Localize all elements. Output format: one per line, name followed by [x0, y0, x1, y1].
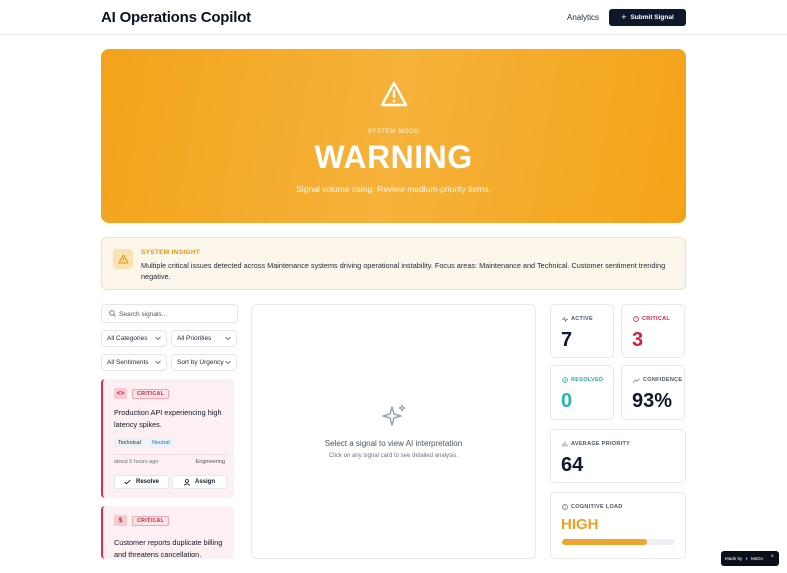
resolved-stat-card: RESOLVED 0: [550, 365, 614, 420]
insight-label: SYSTEM INSIGHT: [141, 249, 201, 256]
search-icon: [109, 310, 116, 317]
warning-triangle-icon: [380, 81, 408, 107]
sparkles-icon: [382, 404, 406, 426]
active-stat-card: ACTIVE 7: [550, 304, 614, 358]
chevron-down-icon: [155, 360, 161, 365]
system-mood-title: WARNING: [314, 139, 473, 175]
activity-icon: [562, 316, 568, 322]
app-brand: AI Operations Copilot: [101, 9, 251, 26]
signal-detail-panel: Select a signal to view AI interpretatio…: [251, 304, 536, 559]
signal-department: Engineering: [195, 459, 225, 465]
priority-select-value: All Priorities: [177, 335, 212, 342]
chevron-down-icon: [155, 336, 161, 341]
sentiment-select-value: All Sentiments: [107, 359, 149, 366]
signal-title: Customer reports duplicate billing and t…: [114, 538, 223, 559]
chevron-down-icon: [225, 336, 231, 341]
alert-circle-icon: [633, 316, 639, 322]
sentiment-tag: Neutral: [148, 438, 174, 448]
brain-icon: [562, 504, 568, 510]
plus-icon: +: [621, 12, 627, 22]
top-header: AI Operations Copilot Analytics + Submit…: [0, 0, 787, 35]
made-by-label: Made by: [725, 556, 743, 561]
analytics-link[interactable]: Analytics: [567, 13, 599, 22]
average-priority-label: AVERAGE PRIORITY: [562, 441, 630, 447]
signal-time: about 5 hours ago: [114, 459, 159, 465]
cognitive-load-bar-fill: [562, 539, 647, 545]
made-by-badge[interactable]: Made by ● MeDo ×: [721, 551, 779, 566]
made-by-maker: MeDo: [750, 556, 763, 561]
sentiment-select[interactable]: All Sentiments: [101, 354, 167, 371]
assign-label: Assign: [194, 479, 215, 485]
priority-select[interactable]: All Priorities: [171, 330, 237, 347]
search-input[interactable]: [119, 308, 231, 320]
medo-logo-icon: ●: [745, 556, 748, 561]
cognitive-load-label: COGNITIVE LOAD: [562, 504, 623, 510]
average-priority-card: AVERAGE PRIORITY 64: [550, 429, 686, 483]
critical-stat-card: CRITICAL 3: [621, 304, 685, 358]
chevron-down-icon: [225, 360, 231, 365]
system-mood-banner: SYSTEM MOOD WARNING Signal volume rising…: [101, 49, 686, 223]
detail-empty-subtitle: Click on any signal card to see detailed…: [328, 453, 459, 459]
active-stat-label: ACTIVE: [562, 316, 593, 322]
system-insight-panel: SYSTEM INSIGHT Multiple critical issues …: [101, 237, 686, 290]
cognitive-load-value: HIGH: [561, 516, 599, 533]
resolved-stat-value: 0: [561, 390, 573, 412]
critical-stat-value: 3: [632, 329, 644, 351]
resolved-stat-label: RESOLVED: [562, 377, 603, 383]
user-icon: [184, 478, 190, 486]
insight-warning-icon: [113, 249, 133, 269]
bar-chart-icon: [562, 441, 568, 447]
assign-button[interactable]: Assign: [172, 475, 227, 489]
card-divider: [114, 454, 227, 455]
confidence-stat-value: 93%: [632, 390, 673, 412]
check-icon: [124, 479, 131, 485]
signal-card[interactable]: $ CRITICAL Customer reports duplicate bi…: [101, 506, 234, 559]
active-stat-value: 7: [561, 329, 573, 351]
signal-card[interactable]: <> CRITICAL Production API experiencing …: [101, 379, 234, 498]
dollar-icon: $: [114, 515, 127, 526]
submit-signal-button[interactable]: + Submit Signal: [609, 9, 686, 26]
close-icon[interactable]: ×: [770, 554, 774, 560]
search-box[interactable]: [101, 304, 238, 323]
category-tag: Technical: [114, 438, 145, 448]
resolve-button[interactable]: Resolve: [114, 475, 169, 489]
cognitive-load-bar: [562, 539, 675, 545]
system-mood-label: SYSTEM MOOD: [367, 129, 420, 135]
confidence-stat-label: CONFIDENCE: [633, 377, 682, 383]
critical-stat-label: CRITICAL: [633, 316, 670, 322]
trending-up-icon: [633, 377, 640, 383]
resolve-label: Resolve: [135, 479, 159, 485]
critical-badge: CRITICAL: [132, 389, 170, 399]
check-circle-icon: [562, 377, 568, 383]
signal-title: Production API experiencing high latency…: [114, 408, 222, 429]
system-mood-subtitle: Signal volume rising. Review medium-prio…: [296, 184, 491, 194]
category-select[interactable]: All Categories: [101, 330, 167, 347]
category-select-value: All Categories: [107, 335, 148, 342]
sort-select[interactable]: Sort by Urgency: [171, 354, 237, 371]
average-priority-value: 64: [561, 454, 584, 476]
critical-badge: CRITICAL: [132, 516, 170, 526]
insight-text: Multiple critical issues detected across…: [141, 261, 666, 281]
detail-empty-title: Select a signal to view AI interpretatio…: [324, 439, 463, 448]
submit-signal-label: Submit Signal: [630, 14, 674, 21]
sort-select-value: Sort by Urgency: [177, 359, 224, 366]
cognitive-load-card: COGNITIVE LOAD HIGH: [550, 492, 686, 559]
confidence-stat-card: CONFIDENCE 93%: [621, 365, 685, 420]
code-icon: <>: [114, 388, 127, 399]
